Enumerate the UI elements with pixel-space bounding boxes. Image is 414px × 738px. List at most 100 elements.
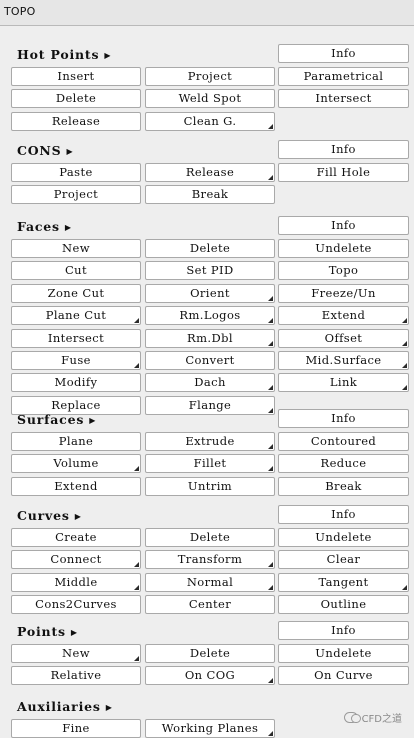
button-label: Break	[325, 479, 362, 493]
new-button[interactable]: New	[11, 239, 141, 258]
button-label: Undelete	[315, 530, 372, 544]
section-title: CONS	[17, 143, 62, 158]
submenu-corner-icon	[268, 175, 273, 180]
tangent-button[interactable]: Tangent	[278, 573, 409, 592]
delete-button[interactable]: Delete	[145, 239, 275, 258]
info-button-faces[interactable]: Info	[278, 216, 409, 235]
info-button-cons[interactable]: Info	[278, 140, 409, 159]
button-label: Tangent	[318, 575, 369, 589]
button-label: Middle	[54, 575, 98, 589]
center-button[interactable]: Center	[145, 595, 275, 614]
break-button[interactable]: Break	[278, 477, 409, 496]
extend-button[interactable]: Extend	[11, 477, 141, 496]
extrude-button[interactable]: Extrude	[145, 432, 275, 451]
on-curve-button[interactable]: On Curve	[278, 666, 409, 685]
insert-button[interactable]: Insert	[11, 67, 141, 86]
modify-button[interactable]: Modify	[11, 373, 141, 392]
submenu-corner-icon	[268, 731, 273, 736]
connect-button[interactable]: Connect	[11, 550, 141, 569]
zone-cut-button[interactable]: Zone Cut	[11, 284, 141, 303]
info-button-points[interactable]: Info	[278, 621, 409, 640]
intersect-button[interactable]: Intersect	[11, 329, 141, 348]
cut-button[interactable]: Cut	[11, 261, 141, 280]
section-header-cons[interactable]: CONS ▶	[17, 143, 73, 158]
delete-button[interactable]: Delete	[11, 89, 141, 108]
fill-hole-button[interactable]: Fill Hole	[278, 163, 409, 182]
section-header-surfaces[interactable]: Surfaces ▶	[17, 412, 96, 427]
section-header-faces[interactable]: Faces ▶	[17, 219, 72, 234]
rm-logos-button[interactable]: Rm.Logos	[145, 306, 275, 325]
button-label: Create	[55, 530, 97, 544]
extend-button[interactable]: Extend	[278, 306, 409, 325]
expand-arrow-icon: ▶	[70, 628, 78, 637]
on-cog-button[interactable]: On COG	[145, 666, 275, 685]
convert-button[interactable]: Convert	[145, 351, 275, 370]
release-button[interactable]: Release	[145, 163, 275, 182]
button-label: Flange	[188, 398, 232, 412]
fillet-button[interactable]: Fillet	[145, 454, 275, 473]
working-planes-button[interactable]: Working Planes	[145, 719, 275, 738]
rm-dbl-button[interactable]: Rm.Dbl	[145, 329, 275, 348]
clear-button[interactable]: Clear	[278, 550, 409, 569]
info-button-surfaces[interactable]: Info	[278, 409, 409, 428]
create-button[interactable]: Create	[11, 528, 141, 547]
transform-button[interactable]: Transform	[145, 550, 275, 569]
middle-button[interactable]: Middle	[11, 573, 141, 592]
normal-button[interactable]: Normal	[145, 573, 275, 592]
undelete-button[interactable]: Undelete	[278, 644, 409, 663]
reduce-button[interactable]: Reduce	[278, 454, 409, 473]
undelete-button[interactable]: Undelete	[278, 528, 409, 547]
paste-button[interactable]: Paste	[11, 163, 141, 182]
section-header-auxiliaries[interactable]: Auxiliaries ▶	[17, 699, 113, 714]
section-header-points[interactable]: Points ▶	[17, 624, 78, 639]
plane-button[interactable]: Plane	[11, 432, 141, 451]
weld-spot-button[interactable]: Weld Spot	[145, 89, 275, 108]
freeze-un-button[interactable]: Freeze/Un	[278, 284, 409, 303]
button-label: Untrim	[187, 479, 233, 493]
release-button[interactable]: Release	[11, 112, 141, 131]
button-label: Intersect	[315, 91, 372, 105]
delete-button[interactable]: Delete	[145, 644, 275, 663]
info-button-curves[interactable]: Info	[278, 505, 409, 524]
cons2curves-button[interactable]: Cons2Curves	[11, 595, 141, 614]
orient-button[interactable]: Orient	[145, 284, 275, 303]
submenu-corner-icon	[268, 444, 273, 449]
wechat-logo-icon	[343, 712, 361, 723]
submenu-corner-icon	[268, 385, 273, 390]
button-label: Offset	[324, 331, 363, 345]
intersect-button[interactable]: Intersect	[278, 89, 409, 108]
button-label: Link	[329, 375, 358, 389]
dach-button[interactable]: Dach	[145, 373, 275, 392]
contoured-button[interactable]: Contoured	[278, 432, 409, 451]
delete-button[interactable]: Delete	[145, 528, 275, 547]
break-button[interactable]: Break	[145, 185, 275, 204]
expand-arrow-icon: ▶	[66, 147, 74, 156]
project-button[interactable]: Project	[11, 185, 141, 204]
button-label: Project	[187, 69, 233, 83]
relative-button[interactable]: Relative	[11, 666, 141, 685]
section-header-curves[interactable]: Curves ▶	[17, 508, 82, 523]
project-button[interactable]: Project	[145, 67, 275, 86]
section-header-hot-points[interactable]: Hot Points ▶	[17, 47, 111, 62]
info-button-hot-points[interactable]: Info	[278, 44, 409, 63]
fine-button[interactable]: Fine	[11, 719, 141, 738]
fuse-button[interactable]: Fuse	[11, 351, 141, 370]
undelete-button[interactable]: Undelete	[278, 239, 409, 258]
button-label: Delete	[189, 530, 231, 544]
parametrical-button[interactable]: Parametrical	[278, 67, 409, 86]
untrim-button[interactable]: Untrim	[145, 477, 275, 496]
outline-button[interactable]: Outline	[278, 595, 409, 614]
plane-cut-button[interactable]: Plane Cut	[11, 306, 141, 325]
button-label: Fine	[62, 721, 90, 735]
button-label: Orient	[190, 286, 230, 300]
new-button[interactable]: New	[11, 644, 141, 663]
submenu-corner-icon	[402, 318, 407, 323]
flange-button[interactable]: Flange	[145, 396, 275, 415]
volume-button[interactable]: Volume	[11, 454, 141, 473]
clean-g-button[interactable]: Clean G.	[145, 112, 275, 131]
mid-surface-button[interactable]: Mid.Surface	[278, 351, 409, 370]
topo-button[interactable]: Topo	[278, 261, 409, 280]
set-pid-button[interactable]: Set PID	[145, 261, 275, 280]
offset-button[interactable]: Offset	[278, 329, 409, 348]
link-button[interactable]: Link	[278, 373, 409, 392]
